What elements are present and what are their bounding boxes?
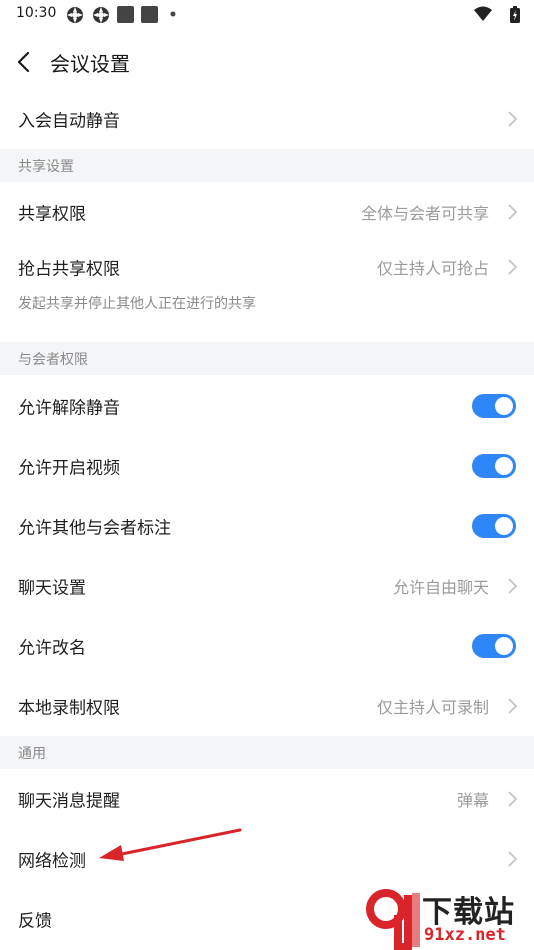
section-label: 通用 [18, 746, 46, 762]
row-label: 抢占共享权限 [18, 259, 120, 280]
annotation-arrow-icon [99, 828, 242, 861]
section-header-attendee: 与会者权限 [0, 342, 534, 375]
allow-rename-toggle[interactable] [472, 634, 516, 658]
allow-annotate-toggle[interactable] [472, 514, 516, 538]
toggle-knob [495, 457, 513, 475]
row-label: 允许其他与会者标注 [18, 518, 171, 539]
settings-row-allow-unmute: 允许解除静音 [0, 376, 534, 436]
toggle-knob [495, 517, 513, 535]
app-notification-icon [93, 7, 109, 23]
row-value: 允许自由聊天 [392, 578, 489, 597]
status-bar: 10:30 [0, 0, 534, 30]
page-title: 会议设置 [50, 52, 130, 76]
row-label: 入会自动静音 [18, 111, 120, 132]
toggle-knob [495, 397, 513, 415]
settings-row-network-check[interactable]: 网络检测 [0, 829, 534, 889]
grab-share-hint: 发起共享并停止其他人正在进行的共享 [18, 296, 256, 312]
watermark: 下载站 91xz.net [364, 885, 534, 950]
more-notifications-icon [170, 11, 176, 17]
toggle-knob [495, 637, 513, 655]
app-notification-icon [67, 7, 83, 23]
chevron-right-icon [508, 204, 518, 220]
watermark-logo-icon [366, 889, 420, 950]
section-header-share: 共享设置 [0, 149, 534, 182]
settings-row-share-permission[interactable]: 共享权限 全体与会者可共享 [0, 182, 534, 242]
allow-unmute-toggle[interactable] [472, 394, 516, 418]
battery-icon [510, 6, 520, 23]
row-label: 允许开启视频 [18, 458, 120, 479]
watermark-url: 91xz.net [424, 925, 506, 945]
chevron-right-icon [508, 791, 518, 807]
row-label: 共享权限 [18, 204, 86, 225]
row-value: 仅主持人可录制 [376, 698, 489, 717]
chevron-right-icon [508, 851, 518, 867]
section-header-general: 通用 [0, 736, 534, 769]
settings-row-chat-settings[interactable]: 聊天设置 允许自由聊天 [0, 556, 534, 616]
section-label: 与会者权限 [18, 352, 88, 368]
settings-row-allow-annotate: 允许其他与会者标注 [0, 496, 534, 556]
settings-row-allow-video: 允许开启视频 [0, 436, 534, 496]
settings-row-chat-notify[interactable]: 聊天消息提醒 弹幕 [0, 769, 534, 829]
row-label: 网络检测 [18, 851, 86, 872]
row-value: 全体与会者可共享 [360, 204, 489, 223]
status-time: 10:30 [16, 5, 57, 21]
settings-row-allow-rename: 允许改名 [0, 616, 534, 676]
row-label: 允许改名 [18, 638, 86, 659]
settings-row-auto-mute[interactable]: 入会自动静音 [0, 89, 534, 149]
app-notification-icon [117, 6, 134, 23]
row-label: 反馈 [18, 911, 52, 932]
row-value: 仅主持人可抢占 [376, 259, 489, 278]
row-label: 本地录制权限 [18, 698, 120, 719]
row-label: 聊天设置 [18, 578, 86, 599]
row-label: 聊天消息提醒 [18, 791, 120, 812]
settings-row-grab-share[interactable]: 抢占共享权限 仅主持人可抢占 [0, 237, 534, 297]
allow-video-toggle[interactable] [472, 454, 516, 478]
row-label: 允许解除静音 [18, 398, 120, 419]
chevron-right-icon [508, 578, 518, 594]
chevron-right-icon [508, 111, 518, 127]
settings-row-local-record[interactable]: 本地录制权限 仅主持人可录制 [0, 676, 534, 736]
header: 会议设置 [0, 38, 534, 88]
row-value: 弹幕 [456, 791, 489, 810]
section-label: 共享设置 [18, 159, 74, 175]
chevron-right-icon [508, 698, 518, 714]
chevron-right-icon [508, 259, 518, 275]
app-notification-icon [141, 6, 158, 23]
back-arrow-icon[interactable] [10, 47, 40, 77]
wifi-icon [474, 6, 492, 21]
